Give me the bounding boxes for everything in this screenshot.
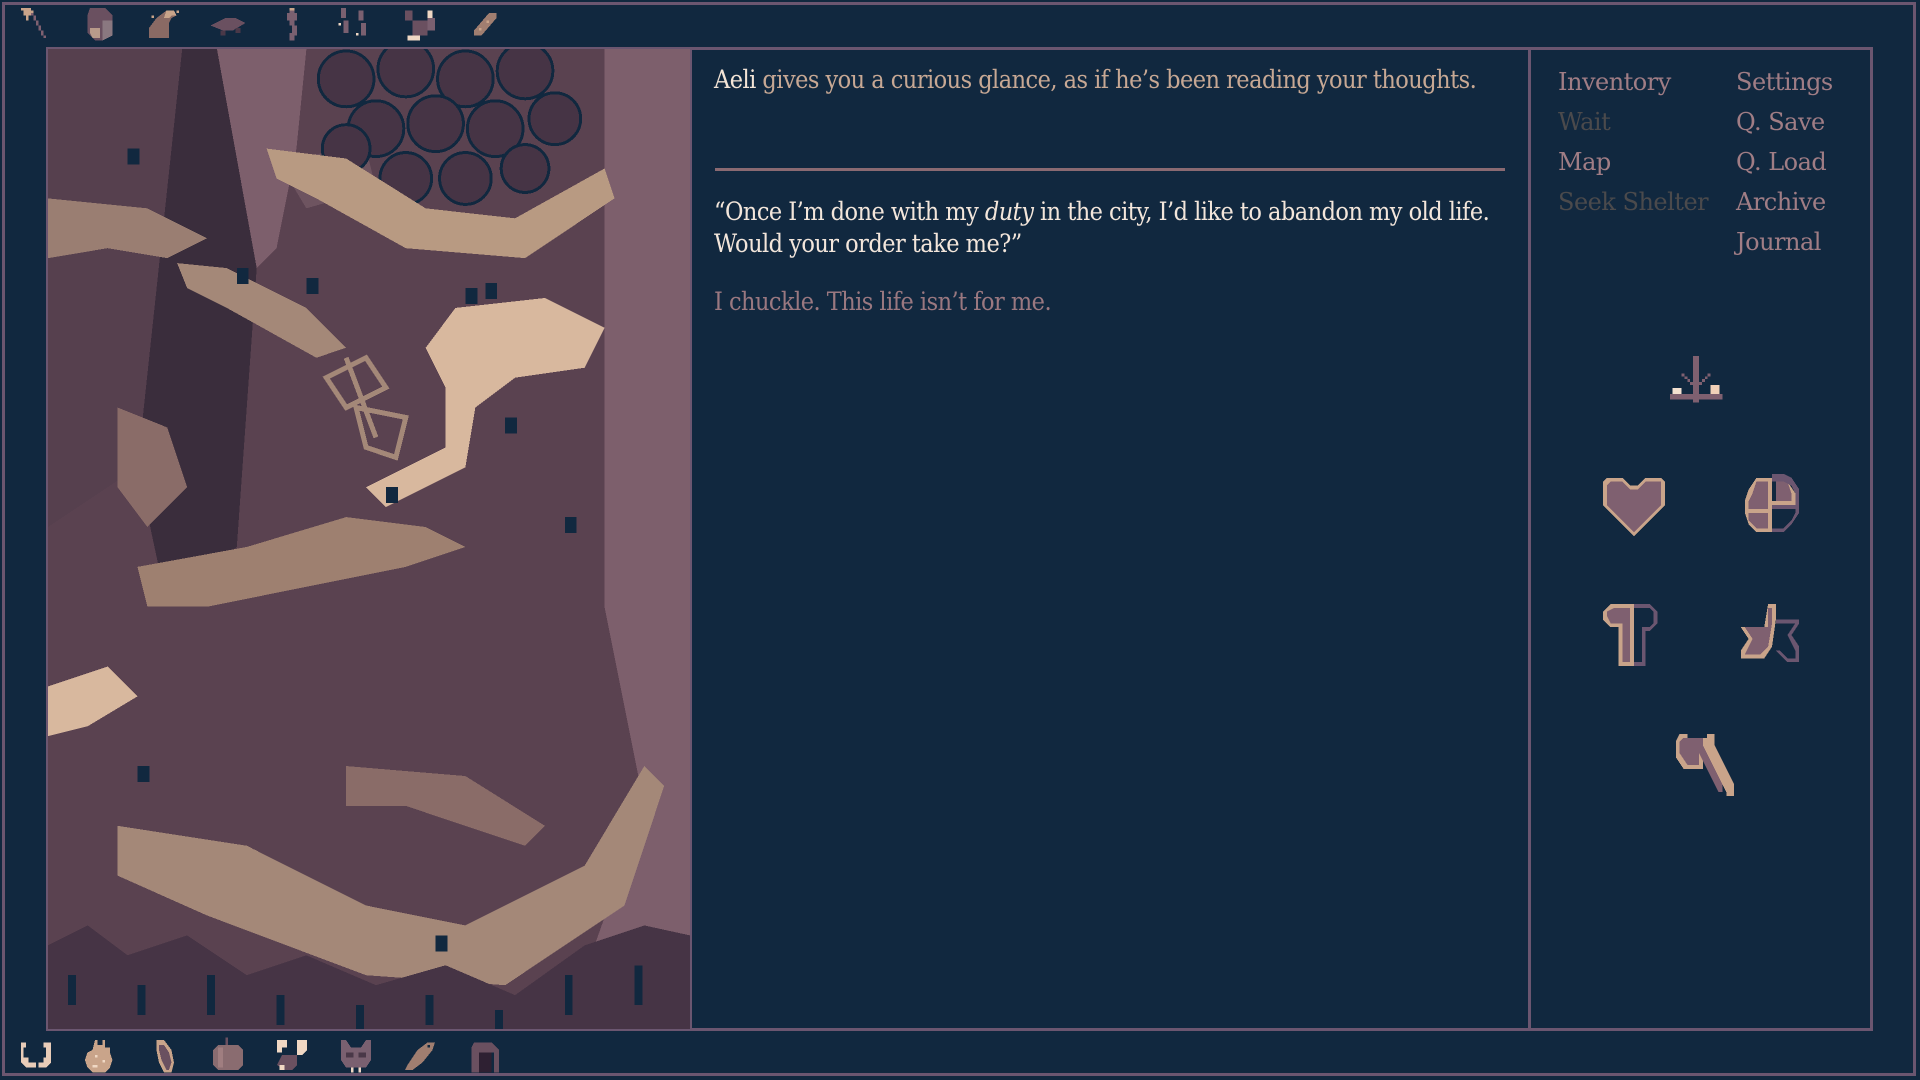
menu-quick-save[interactable]: Q. Save <box>1736 102 1833 142</box>
star-icon <box>1737 600 1807 670</box>
speaker-name: Aeli <box>714 65 756 94</box>
menu-column-left: Inventory Wait Map Seek Shelter <box>1558 62 1709 222</box>
wave-icon[interactable] <box>138 3 190 43</box>
narration-text: Aeli gives you a curious glance, as if h… <box>714 60 1493 100</box>
menu-panel: Inventory Wait Map Seek Shelter Settings… <box>1528 47 1873 1031</box>
fire-icon[interactable] <box>74 1035 126 1075</box>
squirrel-icon[interactable] <box>394 3 446 43</box>
menu-quick-load[interactable]: Q. Load <box>1736 142 1833 182</box>
dialogue-text: “Once I’m done with my duty in the city,… <box>714 196 1506 260</box>
bottom-icon-bar <box>10 1034 522 1076</box>
footprints-icon[interactable] <box>330 3 382 43</box>
fish-icon[interactable] <box>394 1035 446 1075</box>
menu-settings[interactable]: Settings <box>1736 62 1833 102</box>
text-divider <box>715 168 1505 171</box>
crate-icon[interactable] <box>74 3 126 43</box>
scene-illustration <box>46 47 692 1031</box>
menu-wait: Wait <box>1558 108 1611 136</box>
horns-icon[interactable] <box>10 1035 62 1075</box>
food-icon <box>1737 470 1807 540</box>
figurine-icon[interactable] <box>266 3 318 43</box>
cliff-city-pixel-art <box>48 49 690 1029</box>
menu-seek-shelter: Seek Shelter <box>1558 188 1709 216</box>
axe-icon[interactable] <box>1668 730 1738 800</box>
seed-icon[interactable] <box>138 1035 190 1075</box>
menu-journal[interactable]: Journal <box>1736 222 1833 262</box>
dialogue-emphasis: duty <box>984 197 1034 226</box>
story-panel: Aeli gives you a curious glance, as if h… <box>692 47 1528 1031</box>
bat-icon[interactable] <box>266 1035 318 1075</box>
menu-column-right: Settings Q. Save Q. Load Archive Journal <box>1736 62 1833 262</box>
helmet-icon[interactable] <box>458 1035 510 1075</box>
choice-option[interactable]: I chuckle. This life isn’t for me. <box>714 286 1052 318</box>
menu-archive[interactable]: Archive <box>1736 182 1833 222</box>
plank-icon[interactable] <box>202 3 254 43</box>
dialogue-part: “Once I’m done with my <box>714 197 985 226</box>
top-icon-bar <box>10 2 522 44</box>
heart-icon <box>1599 470 1669 540</box>
menu-inventory[interactable]: Inventory <box>1558 62 1708 102</box>
axe-icon[interactable] <box>10 3 62 43</box>
scales-icon[interactable] <box>1661 350 1731 420</box>
shirt-icon <box>1599 600 1669 670</box>
narration-body: gives you a curious glance, as if he’s b… <box>755 65 1477 94</box>
apple-icon[interactable] <box>202 1035 254 1075</box>
bread-icon[interactable] <box>458 3 510 43</box>
menu-map[interactable]: Map <box>1558 142 1708 182</box>
wolf-mask-icon[interactable] <box>330 1035 382 1075</box>
